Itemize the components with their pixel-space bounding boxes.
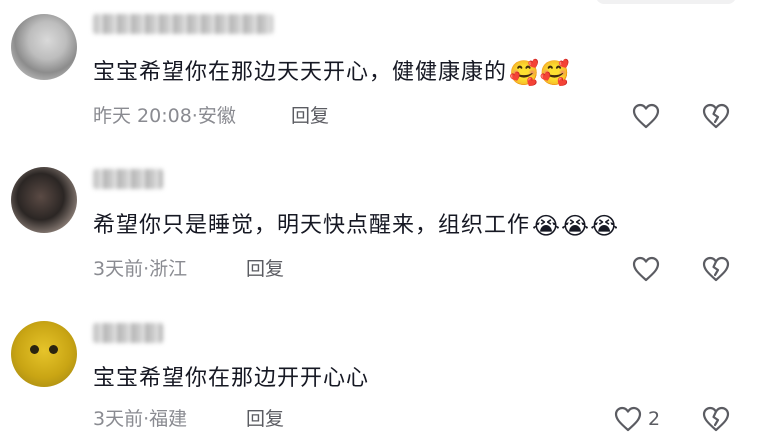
username-blurred[interactable]	[93, 169, 163, 189]
like-heart-icon[interactable]	[613, 404, 643, 434]
comment-text: 希望你只是睡觉，明天快点醒来，组织工作😭😭😭	[93, 211, 619, 241]
reply-button[interactable]: 回复	[246, 406, 284, 432]
comment-body: 希望你只是睡觉，明天快点醒来，组织工作	[93, 213, 531, 238]
comment-time: 昨天 20:08	[93, 105, 192, 127]
reply-button[interactable]: 回复	[291, 103, 329, 129]
comment-meta: 3天前·福建	[93, 406, 187, 432]
comment-body: 宝宝希望你在那边天天开心，健健康康的	[93, 60, 508, 85]
avatar-eye	[49, 345, 58, 354]
comment-meta: 昨天 20:08·安徽	[93, 103, 236, 129]
avatar[interactable]	[11, 167, 77, 233]
dislike-broken-heart-icon[interactable]	[701, 254, 731, 284]
like-heart-icon[interactable]	[631, 101, 661, 131]
comment-emoji: 🥰🥰	[509, 59, 571, 87]
comment-time: 3天前	[93, 408, 144, 430]
comment-emoji: 😭😭😭	[532, 212, 620, 240]
comment-meta: 3天前·浙江	[93, 256, 187, 282]
comment-location: 安徽	[197, 105, 236, 127]
avatar[interactable]	[11, 321, 77, 387]
like-count: 2	[648, 408, 661, 430]
avatar[interactable]	[11, 14, 77, 80]
reply-button[interactable]: 回复	[246, 256, 284, 282]
like-heart-icon[interactable]	[631, 254, 661, 284]
dislike-broken-heart-icon[interactable]	[701, 404, 731, 434]
comment-body: 宝宝希望你在那边开开心心	[93, 366, 370, 391]
top-edge-element	[596, 0, 736, 4]
comment-location: 福建	[149, 408, 188, 430]
comment-time: 3天前	[93, 258, 144, 280]
username-blurred[interactable]	[93, 323, 163, 343]
comment-location: 浙江	[149, 258, 188, 280]
dislike-broken-heart-icon[interactable]	[701, 101, 731, 131]
comment-text: 宝宝希望你在那边天天开心，健健康康的🥰🥰	[93, 58, 571, 88]
avatar-eye	[30, 345, 39, 354]
comment-text: 宝宝希望你在那边开开心心	[93, 364, 369, 394]
username-blurred[interactable]	[93, 14, 273, 34]
